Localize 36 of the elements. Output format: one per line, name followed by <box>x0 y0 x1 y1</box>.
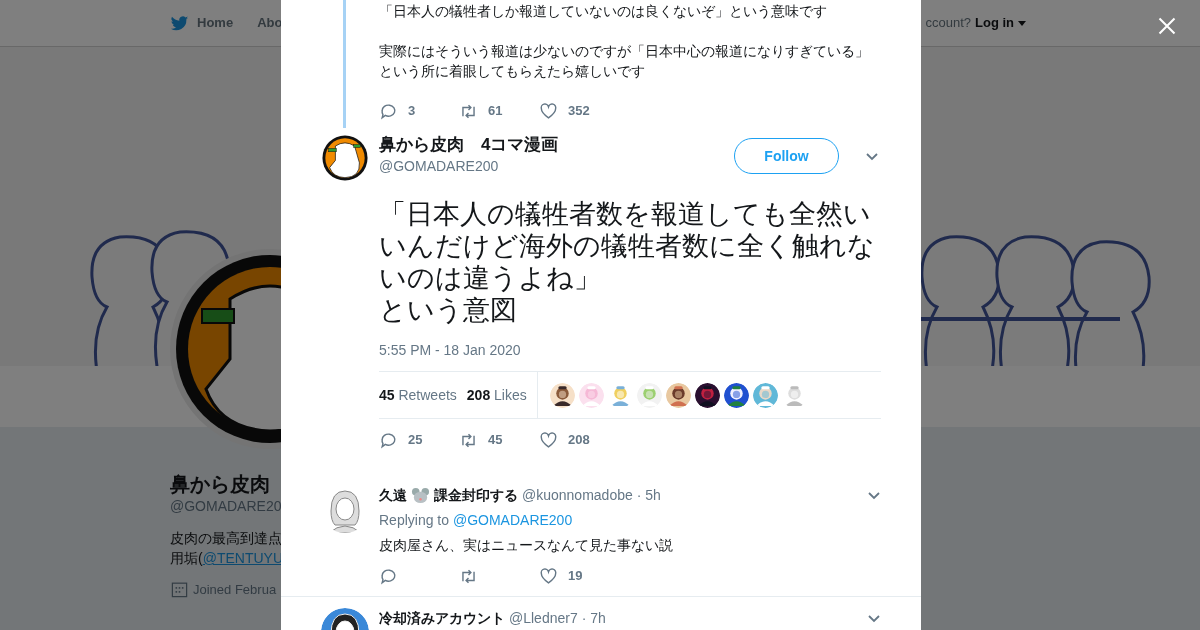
action-count: 25 <box>408 431 423 450</box>
post-time: · 7h <box>581 609 606 628</box>
action-count: 208 <box>568 431 590 450</box>
account-prompt: ccount? <box>925 14 971 33</box>
caret-icon <box>1018 20 1026 26</box>
bird-icon <box>170 13 189 33</box>
nav-link[interactable]: Home <box>170 13 234 33</box>
profile-name: 鼻から皮肉 <box>170 472 270 496</box>
user-name: 課金封印する <box>434 486 518 505</box>
replying-to-text: Replying to @GOMADARE200 <box>379 511 574 530</box>
stat-link[interactable]: 45 Retweets <box>379 384 457 406</box>
joined-date: Joined Februa <box>193 581 277 599</box>
user-name: 久遠 <box>379 486 407 505</box>
stat-link[interactable]: 208 Likes <box>466 384 527 406</box>
reply-text: 皮肉屋さん、実はニュースなんて見た事ない説 <box>379 536 674 555</box>
reply-icon[interactable] <box>379 430 398 450</box>
mouse-icon <box>411 486 430 505</box>
reply-icon[interactable] <box>379 566 398 586</box>
user-handle: @Lledner7 <box>509 609 578 628</box>
mention-link[interactable]: @TENTUYU <box>202 550 283 566</box>
heart-icon[interactable] <box>539 566 558 586</box>
mention-link[interactable]: @GOMADARE200 <box>452 512 573 528</box>
bio-text: 皮肉の最高到達点 <box>170 529 282 548</box>
nav-link[interactable]: Abo <box>257 13 283 33</box>
post-time: · 5h <box>636 486 661 505</box>
user-handle: @kuonnomadobe <box>522 486 633 505</box>
action-count: 45 <box>488 431 503 450</box>
tweet-text-line: 「日本人の犠牲者しか報道していないのは良くないぞ」という意味です <box>379 2 827 21</box>
bio-text: 用垢(@TENTUYU <box>170 549 283 568</box>
user-name: 冷却済みアカウント <box>379 609 505 628</box>
login-link[interactable]: Log in <box>975 13 1026 33</box>
calendar-icon <box>170 580 189 600</box>
heart-icon[interactable] <box>539 430 558 450</box>
profile-handle: @GOMADARE20 <box>170 497 282 516</box>
close-icon <box>1157 15 1177 36</box>
action-count: 19 <box>568 567 583 586</box>
